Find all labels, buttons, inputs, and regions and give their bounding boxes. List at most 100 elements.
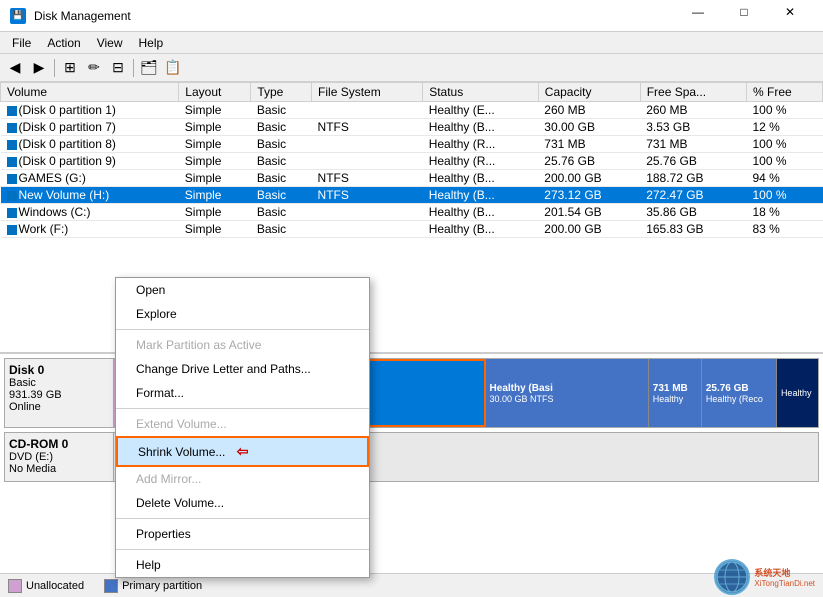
cell-layout: Simple: [179, 102, 251, 119]
cell-capacity: 260 MB: [538, 102, 640, 119]
ctx-sep-4: [116, 549, 369, 550]
minimize-button[interactable]: —: [675, 0, 721, 28]
cell-status: Healthy (B...: [423, 170, 539, 187]
cell-type: Basic: [251, 136, 312, 153]
cell-fs: NTFS: [312, 119, 423, 136]
cell-free: 260 MB: [640, 102, 746, 119]
partition-p9[interactable]: 25.76 GB Healthy (Reco: [702, 359, 777, 427]
view-toggle-button[interactable]: ⊞: [59, 57, 81, 79]
legend-unallocated-label: Unallocated: [26, 580, 84, 592]
partition-p8-name: 731 MB: [653, 383, 697, 394]
partition-recovery[interactable]: Healthy: [777, 359, 818, 427]
menu-file[interactable]: File: [4, 34, 39, 52]
cdrom-name: CD-ROM 0: [9, 437, 109, 451]
ctx-open[interactable]: Open: [116, 278, 369, 302]
table-row[interactable]: (Disk 0 partition 1) Simple Basic Health…: [1, 102, 823, 119]
window-title: Disk Management: [34, 9, 131, 23]
partition-windows-size: 30.00 GB NTFS: [490, 394, 644, 404]
legend-unallocated: Unallocated: [8, 579, 84, 593]
cell-capacity: 201.54 GB: [538, 204, 640, 221]
menu-view[interactable]: View: [89, 34, 131, 52]
cell-layout: Simple: [179, 221, 251, 238]
ctx-help[interactable]: Help: [116, 553, 369, 577]
cell-layout: Simple: [179, 153, 251, 170]
ctx-sep-1: [116, 329, 369, 330]
legend-primary-label: Primary partition: [122, 580, 202, 592]
cell-pct: 18 %: [747, 204, 823, 221]
legend-primary: Primary partition: [104, 579, 202, 593]
cell-volume: New Volume (H:): [1, 187, 179, 204]
table-row[interactable]: GAMES (G:) Simple Basic NTFS Healthy (B.…: [1, 170, 823, 187]
maximize-button[interactable]: □: [721, 0, 767, 28]
menu-help[interactable]: Help: [131, 34, 172, 52]
volume-icon: [7, 123, 17, 133]
cell-pct: 100 %: [747, 102, 823, 119]
folder-button[interactable]: 🗂: [138, 57, 160, 79]
ctx-add-mirror: Add Mirror...: [116, 467, 369, 491]
table-row[interactable]: (Disk 0 partition 8) Simple Basic Health…: [1, 136, 823, 153]
cell-layout: Simple: [179, 204, 251, 221]
edit-button[interactable]: ✏: [83, 57, 105, 79]
forward-button[interactable]: ▶: [28, 57, 50, 79]
col-capacity[interactable]: Capacity: [538, 83, 640, 102]
disk-0-name: Disk 0: [9, 363, 109, 377]
remove-button[interactable]: ⊟: [107, 57, 129, 79]
col-volume[interactable]: Volume: [1, 83, 179, 102]
ctx-format[interactable]: Format...: [116, 381, 369, 405]
cdrom-type: DVD (E:): [9, 451, 109, 463]
cell-layout: Simple: [179, 119, 251, 136]
volume-icon: [7, 106, 17, 116]
ctx-delete-volume[interactable]: Delete Volume...: [116, 491, 369, 515]
cell-status: Healthy (B...: [423, 187, 539, 204]
table-row[interactable]: (Disk 0 partition 9) Simple Basic Health…: [1, 153, 823, 170]
partition-p8[interactable]: 731 MB Healthy: [649, 359, 702, 427]
cell-type: Basic: [251, 221, 312, 238]
col-filesystem[interactable]: File System: [312, 83, 423, 102]
context-menu: Open Explore Mark Partition as Active Ch…: [115, 277, 370, 578]
cell-fs: [312, 221, 423, 238]
cell-free: 731 MB: [640, 136, 746, 153]
toolbar-separator-2: [133, 59, 134, 77]
ctx-change-drive-letter[interactable]: Change Drive Letter and Paths...: [116, 357, 369, 381]
cell-fs: [312, 153, 423, 170]
cell-capacity: 200.00 GB: [538, 170, 640, 187]
ctx-shrink-volume[interactable]: Shrink Volume... ⇦: [116, 436, 369, 467]
col-freespace[interactable]: Free Spa...: [640, 83, 746, 102]
cell-type: Basic: [251, 153, 312, 170]
cell-fs: NTFS: [312, 187, 423, 204]
col-layout[interactable]: Layout: [179, 83, 251, 102]
table-row[interactable]: Windows (C:) Simple Basic Healthy (B... …: [1, 204, 823, 221]
window-controls[interactable]: — □ ✕: [675, 4, 813, 28]
cell-type: Basic: [251, 170, 312, 187]
partition-recovery-status: Healthy: [781, 388, 814, 398]
ctx-properties[interactable]: Properties: [116, 522, 369, 546]
back-button[interactable]: ◀: [4, 57, 26, 79]
col-type[interactable]: Type: [251, 83, 312, 102]
cell-volume: (Disk 0 partition 7): [1, 119, 179, 136]
close-button[interactable]: ✕: [767, 0, 813, 28]
cell-layout: Simple: [179, 187, 251, 204]
volume-icon: [7, 191, 17, 201]
col-status[interactable]: Status: [423, 83, 539, 102]
cell-volume: Windows (C:): [1, 204, 179, 221]
table-row[interactable]: Work (F:) Simple Basic Healthy (B... 200…: [1, 221, 823, 238]
table-row[interactable]: (Disk 0 partition 7) Simple Basic NTFS H…: [1, 119, 823, 136]
clipboard-button[interactable]: 📋: [162, 57, 184, 79]
volume-icon: [7, 208, 17, 218]
cell-type: Basic: [251, 102, 312, 119]
title-bar-left: 💾 Disk Management: [10, 8, 131, 24]
ctx-mark-active: Mark Partition as Active: [116, 333, 369, 357]
app-icon: 💾: [10, 8, 26, 24]
disk-0-size: 931.39 GB: [9, 389, 109, 401]
watermark-text: 系统天地 XiTongTianDi.net: [754, 566, 815, 588]
ctx-explore[interactable]: Explore: [116, 302, 369, 326]
toolbar-separator-1: [54, 59, 55, 77]
cell-volume: (Disk 0 partition 9): [1, 153, 179, 170]
table-row[interactable]: New Volume (H:) Simple Basic NTFS Health…: [1, 187, 823, 204]
cell-pct: 100 %: [747, 136, 823, 153]
cell-status: Healthy (B...: [423, 119, 539, 136]
col-pctfree[interactable]: % Free: [747, 83, 823, 102]
watermark-globe-icon: [714, 559, 750, 595]
menu-action[interactable]: Action: [39, 34, 88, 52]
partition-windows[interactable]: Healthy (Basi 30.00 GB NTFS: [486, 359, 649, 427]
